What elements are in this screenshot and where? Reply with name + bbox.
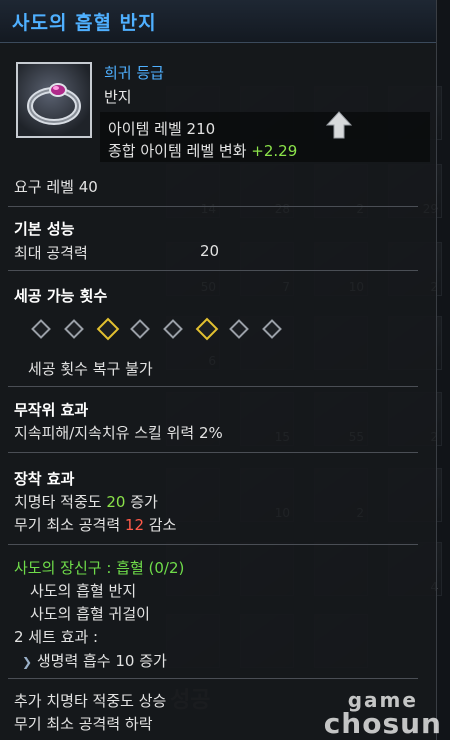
set-bonus-line: ❯ 생명력 흡수 10 증가 <box>22 650 167 671</box>
divider <box>8 206 418 207</box>
set-item-1: 사도의 흡혈 반지 <box>30 582 137 600</box>
set-bonus-text: 생명력 흡수 10 증가 <box>36 652 167 670</box>
craft-slot-diamond-icon <box>262 319 282 339</box>
divider <box>8 678 418 679</box>
craft-slot-diamond-icon <box>229 319 249 339</box>
equip-effect-1-value: 20 <box>106 493 126 511</box>
craft-slot-gold-diamond-icon <box>195 317 219 341</box>
set-header: 사도의 장신구 : 흡혈 (0/2) <box>14 559 185 577</box>
craft-slot-diamond-icon <box>163 319 183 339</box>
item-grade: 희귀 등급 <box>104 64 164 82</box>
divider <box>8 270 418 271</box>
total-level-label: 종합 아이템 레벨 변화 <box>108 142 247 160</box>
item-level: 아이템 레벨 210 <box>108 120 216 138</box>
equip-effect-1-suffix: 증가 <box>130 493 158 511</box>
random-effect-line: 지속피해/지속치유 스킬 위력 2% <box>14 424 223 442</box>
craft-slot-diamond-icon <box>31 319 51 339</box>
craft-note: 세공 횟수 복구 불가 <box>28 360 153 378</box>
tooltip-title-bar: 사도의 흡혈 반지 <box>0 0 436 43</box>
random-effect-header: 무작위 효과 <box>14 401 89 419</box>
item-tooltip: 사도의 흡혈 반지 희귀 등급 반지 아이템 레벨 210 종합 아이템 레벨 … <box>0 0 437 740</box>
level-up-arrow-icon <box>326 111 352 139</box>
watermark-logo: game chosun <box>323 688 442 740</box>
required-level: 요구 레벨 40 <box>14 178 98 196</box>
divider <box>8 544 418 545</box>
craft-slot-gold-diamond-icon <box>96 317 120 341</box>
set-item-2: 사도의 흡혈 귀걸이 <box>30 605 150 623</box>
equip-effect-line-1: 치명타 적중도 20 증가 <box>14 491 158 512</box>
item-name: 사도의 흡혈 반지 <box>12 12 157 34</box>
equip-effect-2-suffix: 감소 <box>148 516 177 534</box>
equip-effect-1-label: 치명타 적중도 <box>14 493 102 511</box>
divider <box>8 452 418 453</box>
total-level-value: +2.29 <box>251 142 298 160</box>
extra-line-1: 추가 치명타 적중도 상승 <box>14 692 167 710</box>
watermark-line-2: chosun <box>323 707 442 740</box>
ring-icon <box>16 62 92 138</box>
bullet-arrow-icon: ❯ <box>22 655 33 669</box>
craft-slot-diamond-icon <box>130 319 150 339</box>
equip-effect-2-label: 무기 최소 공격력 <box>14 516 121 534</box>
extra-line-2: 무기 최소 공격력 하락 <box>14 715 153 733</box>
craft-slot-diamond-icon <box>64 319 84 339</box>
item-type: 반지 <box>104 88 132 106</box>
equip-effect-2-value: 12 <box>124 516 145 534</box>
basic-stats-header: 기본 성능 <box>14 220 75 238</box>
set-bonus-label: 2 세트 효과 : <box>14 628 99 646</box>
divider <box>8 386 418 387</box>
craft-count-header: 세공 가능 횟수 <box>14 287 108 305</box>
max-attack-label: 최대 공격력 <box>14 244 88 262</box>
total-item-level-change: 종합 아이템 레벨 변화 +2.29 <box>108 140 297 161</box>
equip-effect-header: 장착 효과 <box>14 470 75 488</box>
equip-effect-line-2: 무기 최소 공격력 12 감소 <box>14 514 176 535</box>
max-attack-value: 20 <box>200 242 220 260</box>
